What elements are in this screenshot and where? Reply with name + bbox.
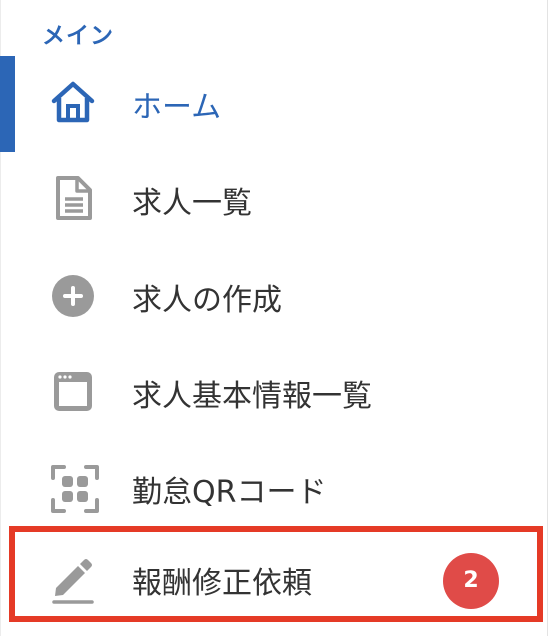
pencil-icon	[50, 556, 96, 604]
sidebar-item-label: ホーム	[132, 90, 222, 125]
section-label-main: メイン	[42, 23, 114, 49]
plus-circle-icon	[50, 272, 96, 318]
sidebar-item-label: 求人基本情報一覧	[132, 379, 372, 414]
sidebar-item-attendance-qr[interactable]: 勤怠QRコード	[4, 441, 544, 531]
sidebar-item-label: 求人一覧	[132, 186, 252, 221]
sidebar-item-label: 報酬修正依頼	[132, 566, 312, 601]
notification-badge: 2	[443, 553, 499, 609]
sidebar-item-home[interactable]: ホーム	[0, 56, 544, 152]
active-indicator	[0, 56, 15, 152]
sidebar-item-job-basic-info-list[interactable]: 求人基本情報一覧	[4, 345, 544, 435]
window-icon	[50, 368, 96, 414]
sidebar-item-job-list[interactable]: 求人一覧	[4, 152, 544, 242]
sidebar-right-border	[547, 0, 548, 636]
sidebar-item-reward-correction[interactable]: 報酬修正依頼 2	[4, 532, 544, 622]
home-icon	[50, 79, 96, 125]
sidebar-item-label: 求人の作成	[132, 283, 282, 318]
qr-scan-icon	[50, 464, 99, 513]
sidebar-item-label: 勤怠QRコード	[132, 475, 327, 510]
document-icon	[50, 175, 96, 221]
sidebar-item-create-job[interactable]: 求人の作成	[4, 249, 544, 339]
